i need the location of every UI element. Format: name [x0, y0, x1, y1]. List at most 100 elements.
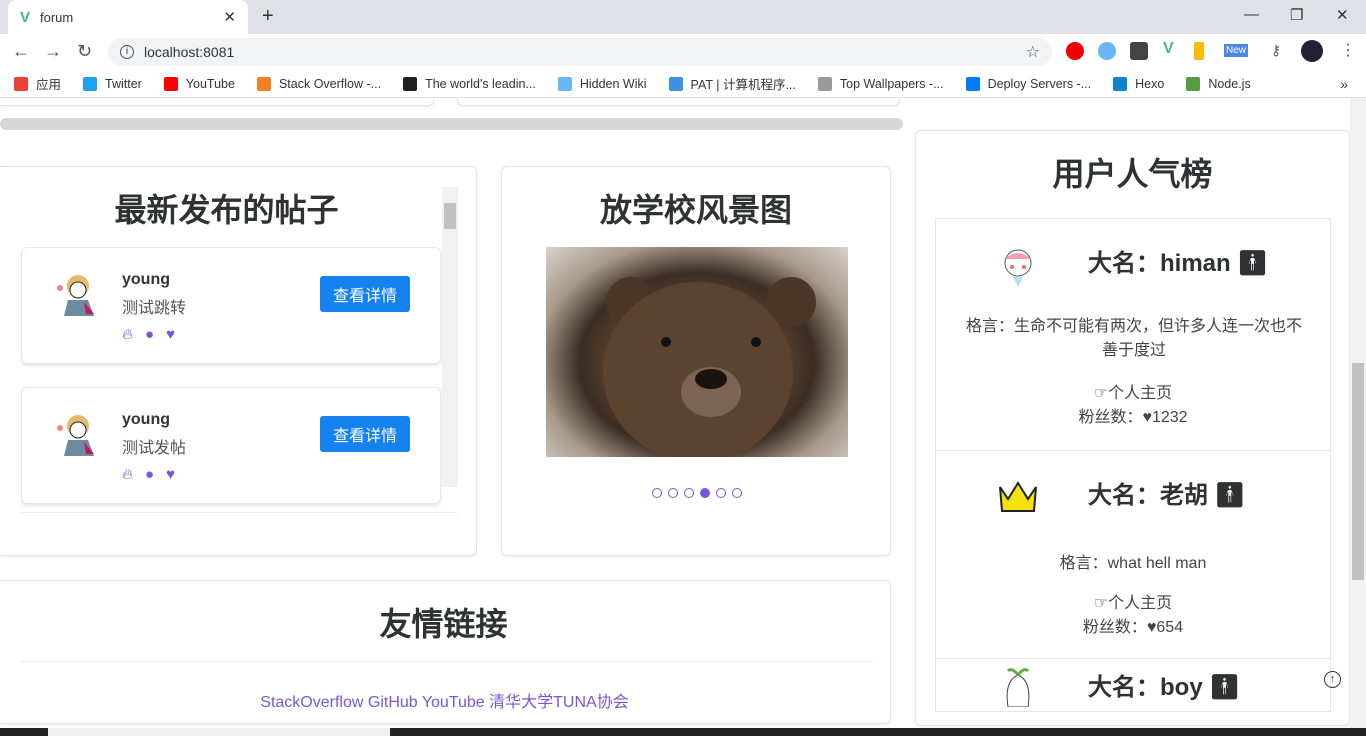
card-remnant [0, 98, 434, 106]
user-item: 大名：himan 🚹︎ 格言：生命不可能有两次，但许多人连一次也不善于度过 ☞个… [936, 219, 1330, 451]
bookmark-icon [256, 76, 271, 91]
bookmarks-bar: 应用 Twitter YouTube Stack Overflow -... The w… [0, 70, 1366, 98]
link-github[interactable]: GitHub [368, 694, 418, 711]
forward-icon[interactable]: → [44, 41, 62, 62]
user-name[interactable]: 大名：boy [1088, 674, 1203, 701]
post-item: young 测试发帖 🔥︎ ● ♥ 查看详情 [21, 387, 441, 504]
user-name[interactable]: 大名：himan [1088, 250, 1231, 277]
fire-icon[interactable]: 🔥︎ [122, 466, 133, 483]
bookmark-item[interactable]: 应用 [14, 74, 61, 93]
post-title[interactable]: 测试发帖 [122, 434, 186, 458]
horizontal-scrollbar[interactable] [0, 118, 903, 130]
carousel-image[interactable] [546, 247, 848, 457]
bookmark-item[interactable]: Hexo [1113, 76, 1164, 91]
user-avatar[interactable] [996, 245, 1040, 289]
key-icon[interactable]: ⚷ [1271, 42, 1281, 59]
browser-tab[interactable]: Vforum ✕ [8, 0, 248, 34]
post-author[interactable]: young [122, 271, 170, 289]
ranking-title: 用户人气榜 [1052, 156, 1213, 192]
carousel-dot[interactable] [716, 488, 726, 498]
bookmark-item[interactable]: Hidden Wiki [557, 76, 647, 91]
user-avatar[interactable] [996, 475, 1040, 519]
bookmark-icon [163, 76, 178, 91]
carousel-indicators [502, 485, 892, 503]
comment-icon[interactable]: ● [145, 326, 154, 343]
bookmark-item[interactable]: YouTube [163, 76, 235, 91]
extension-arrow-icon[interactable] [1194, 42, 1204, 60]
vue-icon: V [20, 8, 31, 26]
link-stackoverflow[interactable]: StackOverflow [260, 694, 363, 711]
info-icon: i [120, 45, 134, 59]
links-card: 友情链接 StackOverflow GitHub YouTube 清华大学TU… [0, 580, 891, 724]
bookmark-item[interactable]: PAT | 计算机程序... [668, 74, 796, 93]
star-icon[interactable]: ☆ [1026, 42, 1040, 62]
fire-icon[interactable]: 🔥︎ [122, 326, 133, 343]
bookmark-item[interactable]: Top Wallpapers -... [817, 76, 944, 91]
homepage-link[interactable]: ☞个人主页 [936, 379, 1330, 403]
scenery-card: 放学校风景图 [501, 166, 891, 556]
bookmark-icon [403, 76, 418, 91]
avatar[interactable] [1301, 40, 1323, 62]
view-details-button[interactable]: 查看详情 [320, 276, 410, 312]
homepage-link[interactable]: ☞个人主页 [936, 589, 1330, 613]
bookmark-icon [1113, 76, 1128, 91]
new-tab-button[interactable]: + [262, 5, 274, 28]
carousel-dot[interactable] [700, 488, 710, 498]
bookmark-item[interactable]: Deploy Servers -... [965, 76, 1091, 91]
heart-icon[interactable]: ♥ [166, 466, 175, 483]
bookmark-item[interactable]: Twitter [83, 76, 142, 91]
user-name[interactable]: 大名：老胡 [1088, 482, 1208, 509]
carousel-dot[interactable] [732, 488, 742, 498]
post-avatar [54, 408, 98, 460]
bookmark-icon [965, 76, 980, 91]
adblock-icon[interactable] [1066, 42, 1084, 60]
close-window-icon[interactable]: ✕ [1336, 6, 1349, 24]
carousel-dot[interactable] [684, 488, 694, 498]
taskbar [0, 728, 1366, 736]
latest-posts-card: 最新发布的帖子 young 测试跳转 🔥︎ ● ♥ 查看详情 young 测试发帖 … [0, 166, 477, 556]
link-youtube[interactable]: YouTube [422, 694, 485, 711]
hand-pointer-icon: ☞ [1093, 595, 1109, 612]
restore-icon[interactable]: ❐ [1290, 6, 1303, 24]
post-title[interactable]: 测试跳转 [122, 294, 186, 318]
heart-circle-icon: ♥ [1146, 619, 1157, 636]
bookmark-item[interactable]: Node.js [1186, 76, 1251, 91]
posts-scrollbar[interactable] [442, 187, 458, 487]
carousel-dot[interactable] [668, 488, 678, 498]
person-icon: 🚹︎ [1209, 674, 1240, 701]
card-remnant [457, 98, 900, 106]
comment-icon[interactable]: ● [145, 466, 154, 483]
new-badge-icon[interactable]: New [1224, 44, 1249, 57]
address-bar[interactable]: i localhost:8081 ☆ [108, 38, 1052, 66]
post-author[interactable]: young [122, 411, 170, 429]
link-tuna[interactable]: 清华大学TUNA协会 [489, 694, 629, 711]
user-motto: 格言：生命不可能有两次，但许多人连一次也不善于度过 [965, 318, 1302, 359]
user-item: 大名：老胡 🚹︎ 格言：what hell man ☞个人主页 粉丝数：♥654 [936, 451, 1330, 659]
bookmark-item[interactable]: Stack Overflow -... [256, 76, 381, 91]
more-bookmarks-icon[interactable]: » [1340, 76, 1348, 92]
carousel-dot[interactable] [652, 488, 662, 498]
user-avatar[interactable] [996, 663, 1040, 708]
divider [21, 661, 873, 662]
vue-devtools-icon[interactable]: V [1163, 40, 1174, 58]
extension-mask-icon[interactable] [1130, 42, 1148, 60]
post-item: young 测试跳转 🔥︎ ● ♥ 查看详情 [21, 247, 441, 364]
bookmark-icon [557, 76, 572, 91]
reload-icon[interactable]: ↻ [77, 41, 92, 62]
menu-icon[interactable]: ⋮ [1340, 40, 1356, 60]
back-icon[interactable]: ← [12, 41, 30, 62]
back-to-top-icon[interactable]: ↑ [1324, 671, 1341, 688]
page-scrollbar[interactable] [1350, 98, 1366, 728]
close-tab-icon[interactable]: ✕ [223, 8, 236, 26]
minimize-icon[interactable]: — [1244, 6, 1259, 23]
extension-v-icon[interactable] [1098, 42, 1116, 60]
heart-icon[interactable]: ♥ [166, 326, 175, 343]
user-list: 大名：himan 🚹︎ 格言：生命不可能有两次，但许多人连一次也不善于度过 ☞个… [935, 218, 1331, 712]
links-title: 友情链接 [379, 606, 508, 642]
bookmark-item[interactable]: The world's leadin... [403, 76, 536, 91]
bookmark-icon [668, 76, 683, 91]
bookmark-icon [817, 76, 832, 91]
person-icon: 🚹︎ [1214, 482, 1246, 509]
fans-count: 粉丝数：♥654 [1082, 619, 1184, 636]
view-details-button[interactable]: 查看详情 [320, 416, 410, 452]
